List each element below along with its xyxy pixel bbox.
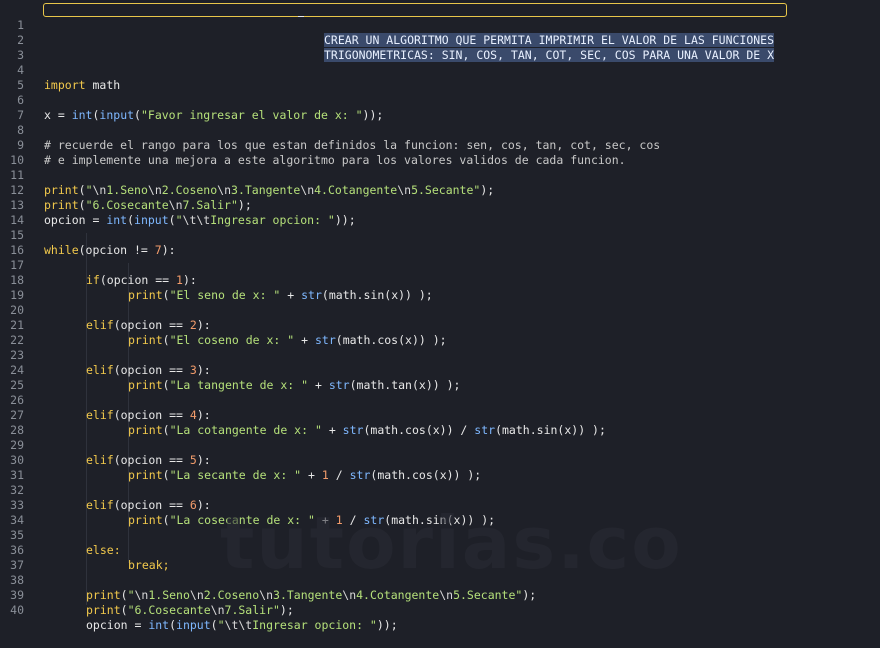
- code-editor[interactable]: 1 CREAR UN ALGORITMO QUE PERMITA IMPRIMI…: [0, 0, 880, 632]
- code-line-34[interactable]: 34: [0, 498, 880, 527]
- code-line-22[interactable]: 22: [0, 318, 880, 347]
- code-line-11[interactable]: 11 print("\n1.Seno\n2.Coseno\n3.Tangente…: [0, 153, 880, 197]
- builtin: input: [176, 618, 211, 632]
- code-line-39[interactable]: 39 print("6.Cosecante\n7.Salir");: [0, 573, 880, 617]
- line-number: 40: [10, 603, 24, 617]
- code-line-33[interactable]: 33 print("La cosecante de x: " + 1 / str…: [0, 483, 880, 527]
- code-line-2[interactable]: 2 TRIGONOMETRICAS: SIN, COS, TAN, COT, S…: [0, 18, 880, 62]
- code-line-32[interactable]: 32 elif(opcion == 6):: [0, 468, 880, 512]
- opcion-assignment: opcion = int(input("\t\tIngresar opcion:…: [86, 618, 398, 632]
- code-line-6[interactable]: 6 x = int(input("Favor ingresar el valor…: [0, 78, 880, 122]
- code-line-30[interactable]: 30 print("La secante de x: " + 1 / str(m…: [0, 438, 880, 482]
- code-line-26[interactable]: 26 elif(opcion == 4):: [0, 378, 880, 422]
- code-line-13[interactable]: 13 opcion = int(input("\t\tIngresar opci…: [0, 183, 880, 227]
- code-line-1[interactable]: 1 CREAR UN ALGORITMO QUE PERMITA IMPRIMI…: [0, 3, 880, 47]
- code-line-40[interactable]: 40 opcion = int(input("\t\tIngresar opci…: [0, 588, 880, 632]
- code-line-16[interactable]: 16: [0, 228, 880, 257]
- code-line-23[interactable]: 23 elif(opcion == 3):: [0, 333, 880, 377]
- punctuation: ));: [376, 618, 398, 632]
- code-line-36[interactable]: 36 break;: [0, 528, 880, 572]
- code-line-28[interactable]: 28: [0, 408, 880, 437]
- variable: opcion =: [86, 618, 149, 632]
- code-line-38[interactable]: 38 print("\n1.Seno\n2.Coseno\n3.Tangente…: [0, 558, 880, 602]
- code-line-25[interactable]: 25: [0, 363, 880, 392]
- code-line-20[interactable]: 20 elif(opcion == 2):: [0, 288, 880, 332]
- string-literal: Ingresar opcion: ": [252, 618, 377, 632]
- code-line-8[interactable]: 8 # recuerde el rango para los que estan…: [0, 108, 880, 152]
- function-call: print: [86, 603, 121, 617]
- print-menu-2: print("6.Cosecante\n7.Salir");: [86, 603, 294, 617]
- code-line-31[interactable]: 31: [0, 453, 880, 482]
- escape-seq: \t\t: [224, 618, 253, 632]
- code-line-19[interactable]: 19: [0, 273, 880, 302]
- code-line-35[interactable]: 35 else:: [0, 513, 880, 557]
- code-line-14[interactable]: 14: [0, 198, 880, 227]
- code-line-9[interactable]: 9 # e implemente una mejora a este algor…: [0, 123, 880, 167]
- code-line-37[interactable]: 37: [0, 543, 880, 572]
- code-line-5[interactable]: 5: [0, 63, 880, 92]
- builtin: int: [148, 618, 170, 632]
- code-line-15[interactable]: 15 while(opcion != 7):: [0, 213, 880, 257]
- string-literal: "6.Cosecante: [127, 603, 211, 617]
- code-line-29[interactable]: 29 elif(opcion == 5):: [0, 423, 880, 467]
- code-line-3[interactable]: 3: [0, 33, 880, 62]
- code-line-21[interactable]: 21 print("El coseno de x: " + str(math.c…: [0, 303, 880, 347]
- code-line-10[interactable]: 10: [0, 138, 880, 167]
- code-line-17[interactable]: 17 if(opcion == 1):: [0, 243, 880, 287]
- code-line-7[interactable]: 7: [0, 93, 880, 122]
- code-line-24[interactable]: 24 print("La tangente de x: " + str(math…: [0, 348, 880, 392]
- escape-seq: \n: [210, 603, 225, 617]
- string-literal: 7.Salir": [224, 603, 280, 617]
- code-line-27[interactable]: 27 print("La cotangente de x: " + str(ma…: [0, 393, 880, 437]
- code-line-4[interactable]: 4 import math: [0, 48, 880, 92]
- code-line-18[interactable]: 18 print("El seno de x: " + str(math.sin…: [0, 258, 880, 302]
- code-line-12[interactable]: 12 print("6.Cosecante\n7.Salir");: [0, 168, 880, 212]
